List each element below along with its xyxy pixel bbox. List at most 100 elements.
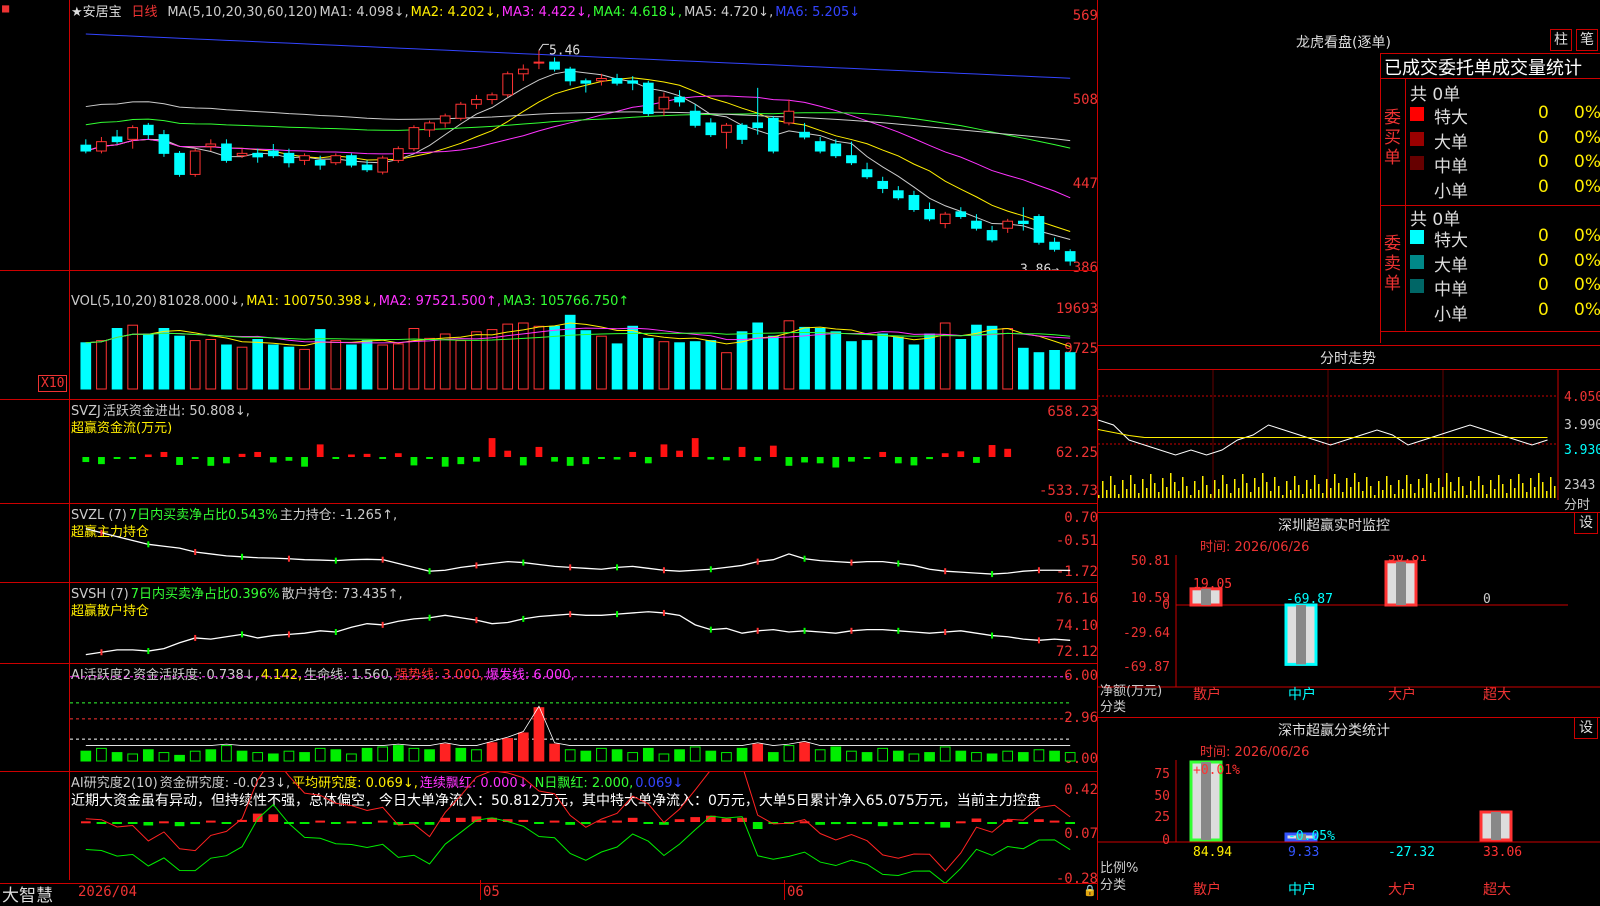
- stat-y-label: 75: [1154, 767, 1170, 782]
- order-value: 0: [1538, 250, 1549, 271]
- intraday-vol-bar: [1114, 485, 1116, 498]
- x-label-date-start: 2026/04: [78, 884, 138, 900]
- fund-flow-bar: [848, 457, 855, 462]
- intraday-vol-bar: [1430, 483, 1432, 498]
- candle: [939, 213, 951, 225]
- fund-flow-bar: [879, 451, 887, 457]
- candlestick-chart[interactable]: ■ 569 508 447 386 ★安居宝 日线 MA(5,10,20,30,…: [0, 0, 1098, 276]
- activity-bar: [517, 732, 529, 762]
- fund-flow-bar: [910, 457, 918, 466]
- intraday-vol-bar: [1150, 474, 1152, 498]
- volume-bar: [892, 336, 904, 390]
- svzl-plot[interactable]: [70, 504, 1097, 582]
- volume-bar: [174, 335, 185, 390]
- svzj-chart[interactable]: 658.23 62.25 -533.73 SVZJ 活跃资金进出: 50.808↓…: [0, 400, 1098, 503]
- holding-line: [85, 527, 1071, 575]
- intraday-vol-bar: [1378, 481, 1380, 498]
- intraday-vol-bar: [1450, 482, 1452, 498]
- candle: [564, 68, 576, 82]
- activity-bar: [142, 749, 154, 762]
- volume-chart[interactable]: 19693 9725 X10 VOL(5,10,20) 81028.000↓, MA…: [0, 271, 1098, 399]
- monitor-bar-value: -69.87: [1286, 592, 1333, 607]
- svsh-plot[interactable]: [70, 583, 1097, 663]
- intraday-vol-bar: [1370, 486, 1372, 498]
- svzj-plot[interactable]: [70, 400, 1097, 503]
- volume-bar: [955, 339, 967, 390]
- intraday-vol-bar: [1134, 484, 1136, 498]
- color-swatch: [1410, 156, 1424, 170]
- candle: [736, 124, 748, 140]
- stat-settings-button[interactable]: 设: [1574, 717, 1598, 739]
- monitor-cat-label: 分类: [1100, 700, 1127, 715]
- intraday-vol-bar: [1186, 486, 1188, 498]
- research-bar: [752, 822, 763, 829]
- volume-bar: [189, 340, 201, 390]
- research-bar: [252, 813, 263, 822]
- fund-flow-bar: [426, 457, 433, 459]
- holding-tick: [944, 568, 947, 575]
- volume-bar: [877, 333, 889, 390]
- holding-tick: [803, 555, 806, 562]
- volume-bar: [455, 340, 467, 390]
- stat-y-label: 25: [1154, 810, 1170, 825]
- volume-plot[interactable]: [70, 271, 1097, 399]
- intraday-vol-bar: [1126, 489, 1128, 498]
- intraday-vol-bar: [1534, 487, 1536, 498]
- activity-bar: [533, 707, 545, 762]
- volume-bar: [674, 342, 685, 390]
- activity-bar: [502, 738, 514, 762]
- intraday-vol-bar: [1106, 490, 1108, 498]
- intraday-chart[interactable]: [1098, 370, 1600, 510]
- activity-bar: [158, 752, 170, 762]
- activity-line: [85, 705, 1071, 746]
- column-view-button[interactable]: 柱: [1550, 29, 1572, 51]
- order-pct: 0%: [1574, 176, 1600, 197]
- holding-tick: [241, 553, 244, 560]
- fund-flow-bar: [926, 457, 933, 460]
- svsh-chart[interactable]: 76.16 74.10 72.12 SVSH (7) 7日内买卖净占比0.396%…: [0, 583, 1098, 663]
- lock-icon[interactable]: 🔒: [1083, 884, 1097, 897]
- monitor-chart[interactable]: 50.8110.590-29.64-69.8719.05散户-69.87中户50…: [1098, 555, 1600, 715]
- fund-flow-bar: [441, 457, 449, 467]
- candle: [721, 124, 732, 133]
- ai-active-plot[interactable]: [70, 664, 1097, 771]
- candle: [392, 148, 404, 161]
- holding-tick: [1037, 637, 1040, 644]
- holding-tick: [334, 629, 337, 635]
- intraday-vol-bar: [1194, 481, 1196, 498]
- candle: [111, 136, 123, 143]
- research-bar: [846, 822, 857, 824]
- stroke-view-button[interactable]: 笔: [1576, 29, 1598, 51]
- stat-chart[interactable]: 75 50 25 0 84.94 散户 9.33 中户 -27.32 大户 33.06 超大: [1098, 760, 1600, 900]
- research-bar: [862, 822, 872, 825]
- intraday-vol-bar: [1518, 474, 1520, 498]
- main-chart-panel[interactable]: ■ 569 508 447 386 ★安居宝 日线 MA(5,10,20,30,…: [0, 0, 1098, 906]
- low-mark: 3.86→: [1020, 263, 1059, 270]
- order-value: 0: [1538, 127, 1549, 148]
- intraday-vol-bar: [1242, 474, 1244, 498]
- ai-research-plot[interactable]: [70, 772, 1097, 884]
- fund-flow-bar: [457, 457, 465, 465]
- intraday-vol-bar: [1302, 494, 1304, 498]
- volume-bar: [330, 340, 342, 390]
- candle: [221, 143, 232, 161]
- ai-active-chart[interactable]: 6.00 2.96 0.00 AI活跃度2 资金活跃度: 0.738↓, 4.142…: [0, 664, 1098, 771]
- intraday-vol-bar: [1474, 490, 1476, 498]
- volume-bar: [392, 343, 404, 390]
- research-bar: [268, 814, 279, 822]
- candle-plot[interactable]: 5.46 3.86→: [70, 0, 1097, 270]
- intraday-vol-bar: [1110, 476, 1112, 498]
- intraday-y-3: 3.930: [1564, 443, 1600, 458]
- svzl-chart[interactable]: 0.70 -0.51 -1.72 SVZL (7) 7日内买卖净占比0.543% 主…: [0, 504, 1098, 582]
- holding-tick: [709, 566, 712, 573]
- holding-tick: [616, 564, 619, 571]
- ai-research-chart[interactable]: 0.42 0.07 -0.28 AI研究度2(10) 资金研究度: -0.023↓…: [0, 772, 1098, 887]
- volume-bar: [96, 340, 107, 390]
- intraday-vol-bar: [1486, 494, 1488, 498]
- candle: [971, 220, 982, 229]
- intraday-vol-bar: [1330, 488, 1332, 498]
- fund-flow-bar: [160, 451, 168, 457]
- intraday-vol-bar: [1294, 476, 1296, 498]
- monitor-settings-button[interactable]: 设: [1574, 512, 1598, 534]
- research-bar: [346, 821, 357, 824]
